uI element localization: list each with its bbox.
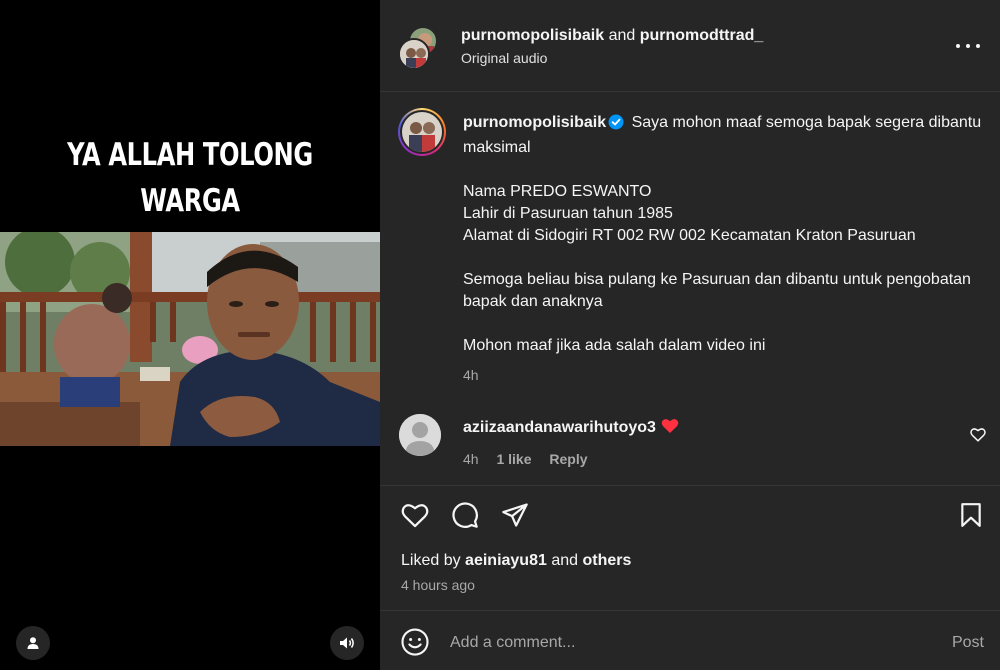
video-frame (0, 232, 380, 446)
heart-icon (401, 504, 429, 528)
author-username[interactable]: purnomopolisibaik (461, 27, 604, 44)
comment-meta: 4h 1 like Reply (463, 451, 602, 467)
comment-username[interactable]: aziizaandanawarihutoyo3 (463, 419, 656, 436)
and-text: and (608, 27, 636, 44)
collab-avatars[interactable] (398, 26, 442, 70)
post-caption: purnomopolisibaik Saya mohon maaf semoga… (463, 112, 983, 357)
comment-like-button[interactable] (970, 427, 986, 447)
post-timestamp[interactable]: 4 hours ago (401, 577, 475, 593)
post-authors: purnomopolisibaik and purnomodttrad_ (461, 26, 763, 46)
save-button[interactable] (956, 500, 986, 530)
divider (380, 610, 1000, 611)
post-header: purnomopolisibaik and purnomodttrad_ Ori… (380, 0, 1000, 92)
comment-timestamp[interactable]: 4h (463, 451, 479, 467)
like-button[interactable] (400, 500, 430, 530)
heart-emoji-icon (661, 418, 679, 439)
comment-likes-count[interactable]: 1 like (496, 451, 531, 467)
video-player[interactable]: YA ALLAH TOLONG WARGA PASURUAN INI (0, 0, 380, 670)
reply-button[interactable]: Reply (549, 451, 587, 467)
speech-bubble-icon (452, 502, 478, 528)
author-avatar (398, 38, 430, 70)
more-options-icon[interactable] (956, 36, 980, 56)
caption-username[interactable]: purnomopolisibaik (463, 114, 606, 131)
smiley-icon (401, 628, 429, 656)
caption-timestamp[interactable]: 4h (463, 367, 479, 383)
emoji-picker-button[interactable] (400, 627, 430, 657)
liked-by-and: and (551, 552, 579, 569)
collaborator-username[interactable]: purnomodttrad_ (640, 27, 764, 44)
divider (380, 485, 1000, 486)
audio-link[interactable]: Original audio (461, 50, 547, 66)
post-details-panel: purnomopolisibaik and purnomodttrad_ Ori… (380, 0, 1000, 670)
share-button[interactable] (500, 500, 530, 530)
caption-line-2: Nama PREDO ESWANTO (463, 183, 652, 200)
video-scene-image (0, 232, 380, 446)
caption-author-avatar[interactable] (398, 108, 446, 156)
caption-line-5: Semoga beliau bisa pulang ke Pasuruan da… (463, 271, 971, 310)
liked-by-user[interactable]: aeiniayu81 (465, 552, 547, 569)
caption-line-4: Alamat di Sidogiri RT 002 RW 002 Kecamat… (463, 227, 916, 244)
heart-outline-icon (970, 428, 986, 442)
comment-avatar[interactable] (399, 414, 441, 456)
caption-line-3: Lahir di Pasuruan tahun 1985 (463, 205, 673, 222)
liked-by-prefix: Liked by (401, 552, 461, 569)
paper-plane-icon (502, 503, 528, 527)
person-icon (27, 637, 39, 649)
comment-input[interactable] (450, 630, 890, 656)
speaker-icon (340, 637, 354, 649)
comment-button[interactable] (450, 500, 480, 530)
caption-line-6: Mohon maaf jika ada salah dalam video in… (463, 337, 766, 354)
video-overlay-line-1: YA ALLAH TOLONG WARGA (67, 137, 313, 219)
liked-by-others[interactable]: others (582, 552, 631, 569)
comment-row: aziizaandanawarihutoyo3 (463, 418, 679, 439)
verified-badge-icon (608, 114, 624, 137)
post-comment-button[interactable]: Post (952, 634, 984, 652)
bookmark-icon (961, 503, 981, 527)
tagged-users-button[interactable] (16, 626, 50, 660)
volume-button[interactable] (330, 626, 364, 660)
liked-by-summary: Liked by aeiniayu81 and others (401, 552, 631, 570)
